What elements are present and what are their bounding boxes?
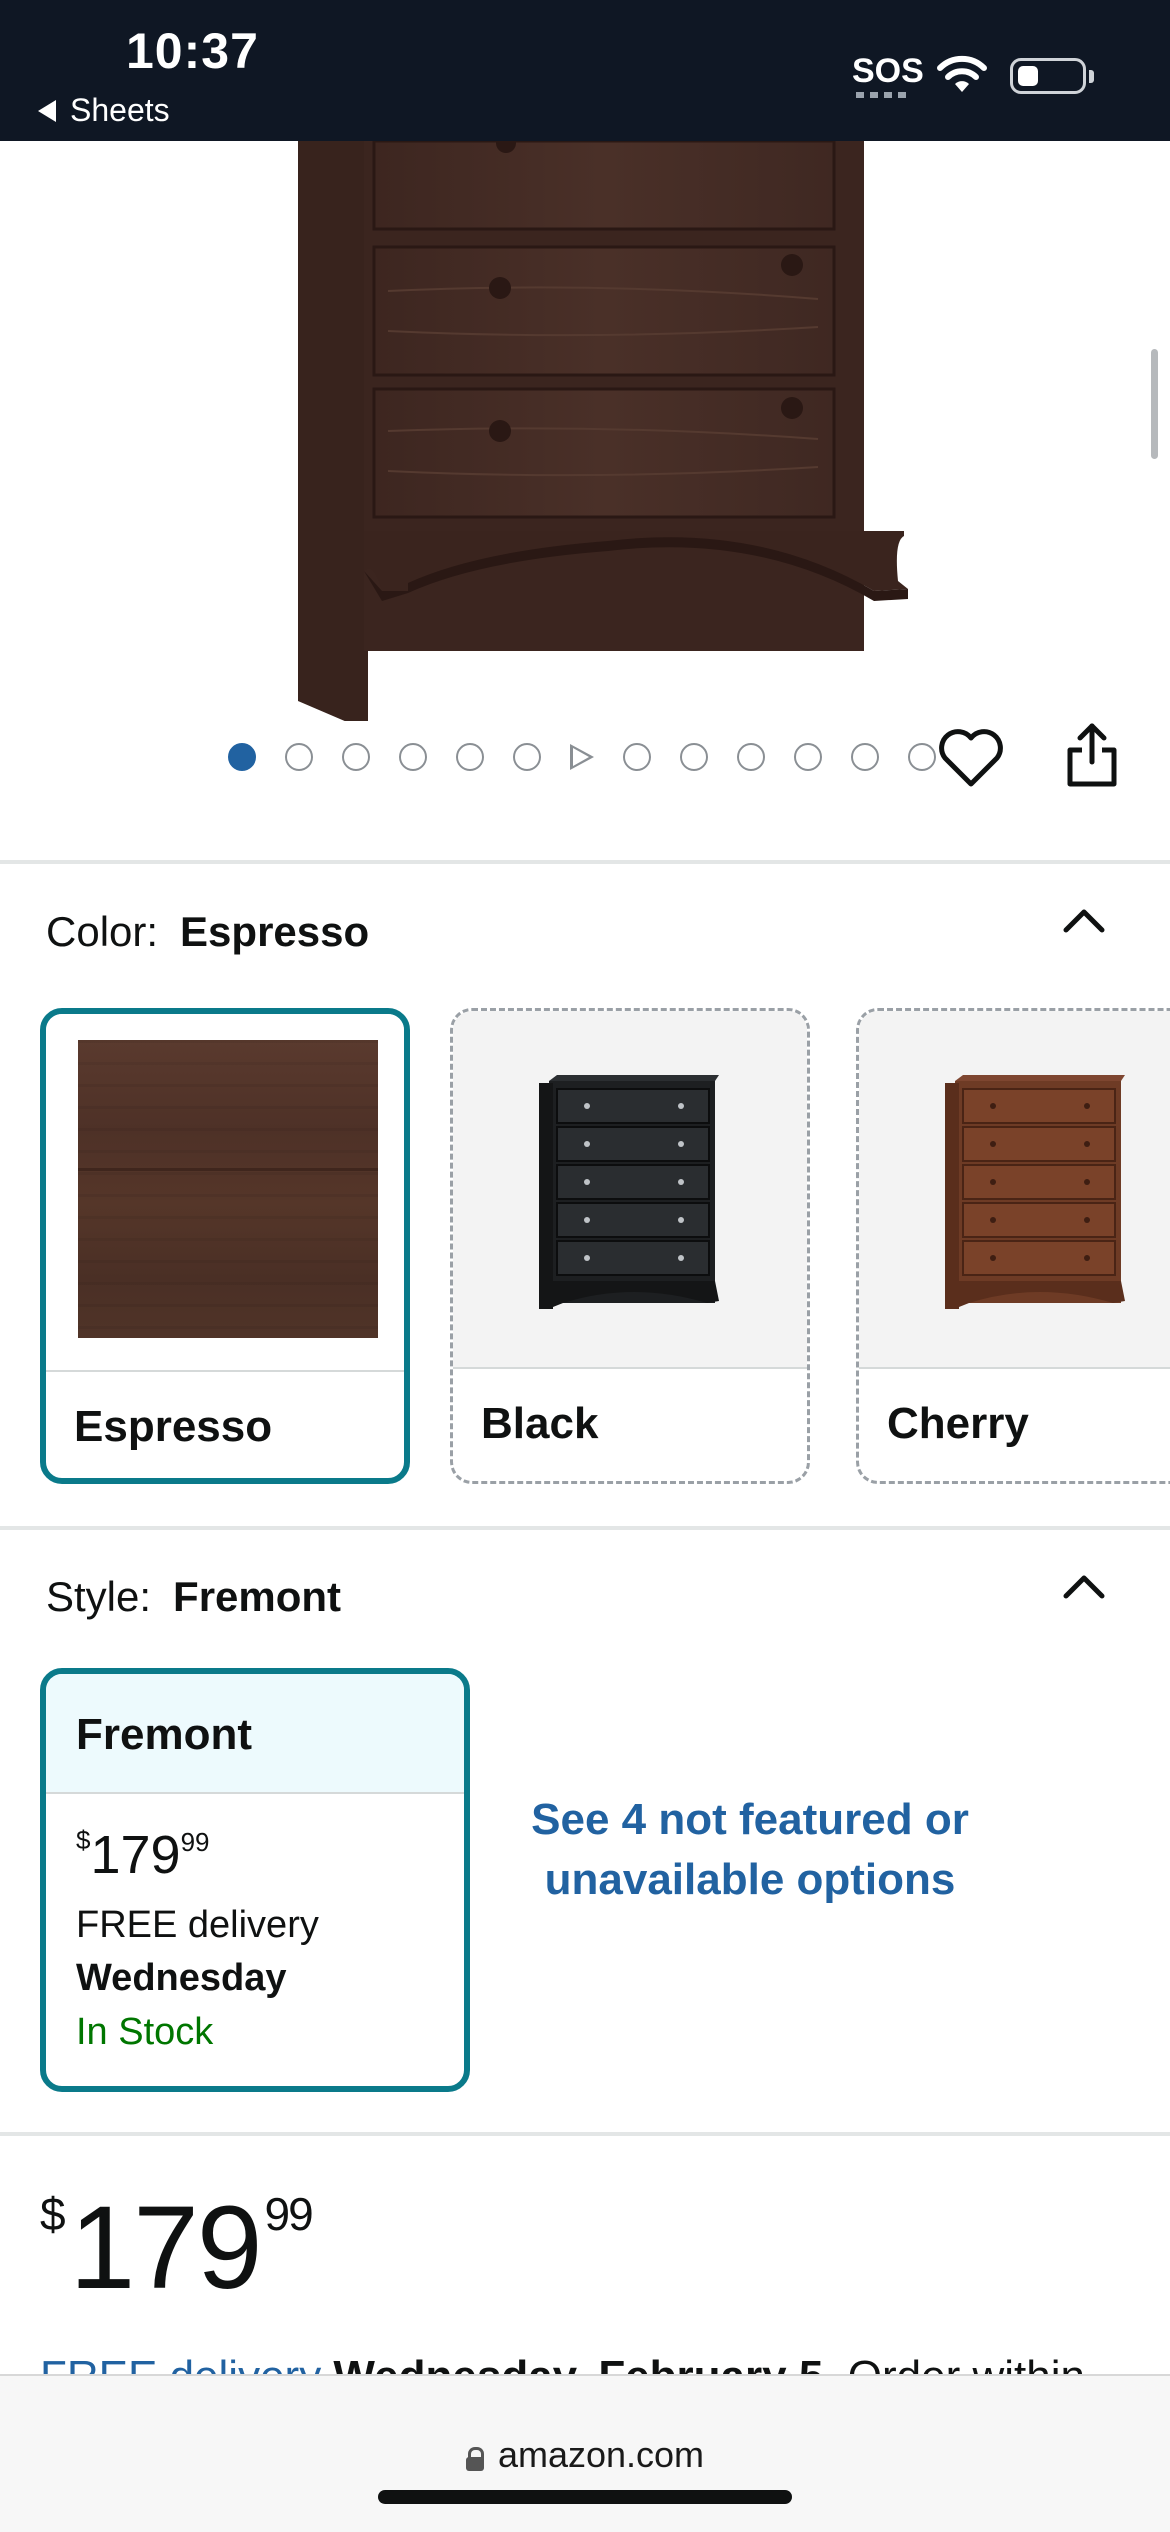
chevron-up-icon[interactable] xyxy=(1062,904,1106,934)
price-currency: $ xyxy=(40,2188,66,2240)
image-carousel-dots[interactable] xyxy=(228,742,936,772)
style-card-price: $17999 xyxy=(76,1824,210,1886)
share-icon[interactable] xyxy=(1064,722,1120,788)
url-text: amazon.com xyxy=(497,2434,705,2475)
style-card-name: Fremont xyxy=(76,1710,252,1759)
color-option-cherry[interactable]: Cherry xyxy=(856,1008,1170,1484)
url-display[interactable]: amazon.com xyxy=(0,2434,1170,2476)
color-label: Color: xyxy=(46,908,159,955)
price-cents: 99 xyxy=(180,1827,210,1857)
color-selected-value: Espresso xyxy=(180,908,370,955)
carousel-dot[interactable] xyxy=(228,743,256,771)
carousel-dot[interactable] xyxy=(513,743,541,771)
swatch-divider xyxy=(453,1367,807,1369)
style-card-stock-status: In Stock xyxy=(76,2011,214,2053)
carousel-dot[interactable] xyxy=(456,743,484,771)
carousel-dot[interactable] xyxy=(342,743,370,771)
carousel-dot[interactable] xyxy=(794,743,822,771)
back-arrow-icon xyxy=(38,99,56,122)
status-bar: 10:37 Sheets SOS xyxy=(0,0,1170,141)
product-price: $17999 xyxy=(40,2180,314,2316)
battery-tip xyxy=(1089,70,1094,83)
browser-address-bar[interactable]: amazon.com xyxy=(0,2374,1170,2532)
status-time: 10:37 xyxy=(126,23,259,79)
swatch-label: Espresso xyxy=(74,1402,273,1451)
chevron-up-icon[interactable] xyxy=(1062,1570,1106,1600)
style-card-delivery-day: Wednesday xyxy=(76,1957,287,1999)
home-indicator[interactable] xyxy=(378,2490,792,2504)
sos-label: SOS xyxy=(852,52,924,90)
carousel-dot[interactable] xyxy=(680,743,708,771)
section-divider xyxy=(0,1526,1170,1530)
wifi-icon xyxy=(937,55,987,92)
price-cents: 99 xyxy=(264,2188,313,2240)
color-option-espresso[interactable]: Espresso xyxy=(40,1008,410,1484)
swatch-divider xyxy=(46,1370,404,1372)
carousel-dot[interactable] xyxy=(908,743,936,771)
style-card-header: Fremont xyxy=(46,1674,464,1794)
color-option-black[interactable]: Black xyxy=(450,1008,810,1484)
swatch-label: Black xyxy=(481,1399,599,1448)
style-option-fremont[interactable]: Fremont $17999 FREE delivery Wednesday I… xyxy=(40,1668,470,2092)
see-more-options-link[interactable]: See 4 not featured or unavailable option… xyxy=(520,1790,980,1910)
carousel-video-play-icon[interactable] xyxy=(570,744,594,770)
style-label: Style: xyxy=(46,1573,152,1620)
carousel-dot[interactable] xyxy=(399,743,427,771)
style-section-header[interactable]: Style: Fremont xyxy=(46,1573,341,1621)
style-selected-value: Fremont xyxy=(173,1573,342,1620)
battery-icon xyxy=(1010,58,1086,94)
style-card-delivery: FREE delivery xyxy=(76,1904,319,1946)
price-whole: 179 xyxy=(90,1825,181,1885)
swatch-divider xyxy=(859,1367,1170,1369)
swatch-image xyxy=(453,1011,807,1367)
carousel-dot[interactable] xyxy=(851,743,879,771)
swatch-image xyxy=(859,1011,1170,1367)
carousel-dot[interactable] xyxy=(285,743,313,771)
price-whole: 179 xyxy=(69,2182,263,2314)
espresso-wood-swatch xyxy=(78,1040,378,1338)
signal-dots-icon xyxy=(856,92,912,98)
back-to-app-button[interactable]: Sheets xyxy=(38,92,170,129)
carousel-dot[interactable] xyxy=(623,743,651,771)
black-dresser-thumbnail xyxy=(539,1075,719,1309)
dresser-product-image xyxy=(298,141,908,721)
swatch-label: Cherry xyxy=(887,1399,1029,1448)
price-currency: $ xyxy=(76,1825,91,1855)
color-section-header[interactable]: Color: Espresso xyxy=(46,908,369,956)
section-divider xyxy=(0,860,1170,864)
lock-icon xyxy=(465,2447,484,2471)
product-image[interactable] xyxy=(0,141,1170,721)
sos-indicator: SOS xyxy=(852,52,924,98)
cherry-dresser-thumbnail xyxy=(945,1075,1125,1309)
scroll-indicator xyxy=(1151,349,1158,459)
heart-icon[interactable] xyxy=(938,728,1004,788)
carousel-dot[interactable] xyxy=(737,743,765,771)
back-app-label: Sheets xyxy=(70,92,170,128)
swatch-image xyxy=(46,1014,404,1370)
section-divider xyxy=(0,2132,1170,2136)
